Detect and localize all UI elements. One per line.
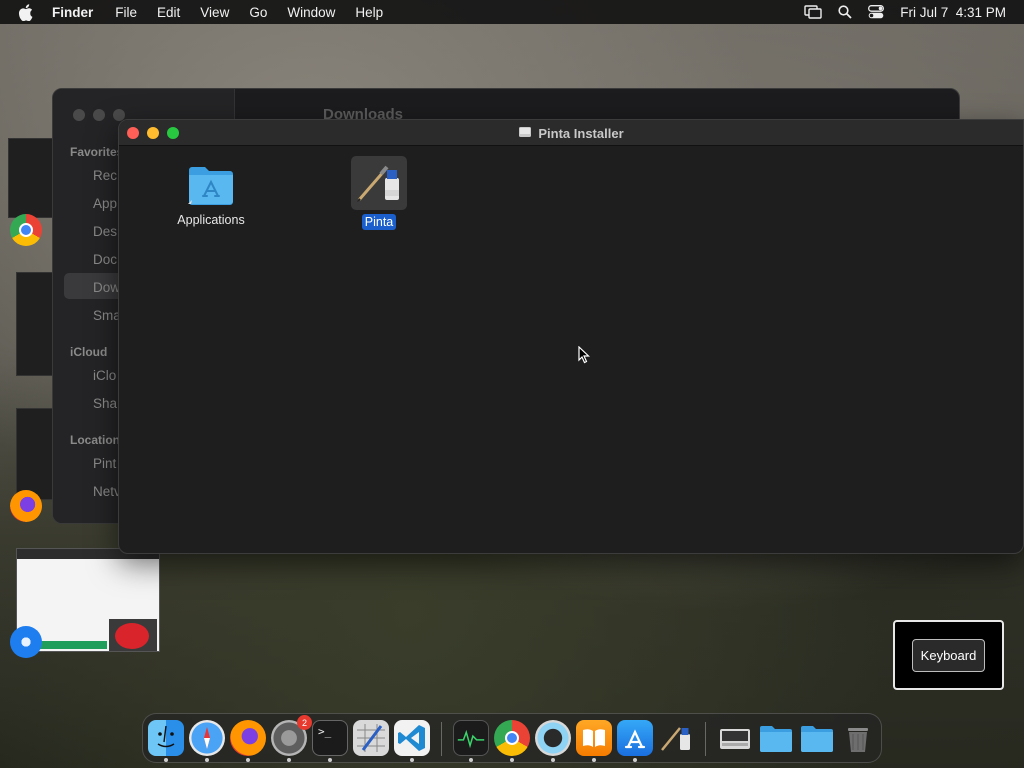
sidebar-item-recents[interactable]: Rec	[93, 168, 117, 183]
screen-mirroring-icon[interactable]	[804, 5, 822, 19]
traffic-lights-inactive	[73, 109, 125, 121]
stage-thumbnail-window-2[interactable]	[16, 408, 54, 500]
activity-monitor-icon[interactable]	[453, 720, 489, 756]
menu-window[interactable]: Window	[287, 5, 335, 20]
chrome-icon[interactable]	[10, 214, 42, 246]
disk-image-icon	[518, 125, 532, 142]
terminal-running-dot	[328, 758, 332, 762]
finder-icon[interactable]	[148, 720, 184, 756]
sidebar-item-downloads[interactable]: Dow	[93, 280, 120, 295]
stage-thumbnail-window[interactable]	[16, 272, 54, 376]
terminal-icon[interactable]: >_	[312, 720, 348, 756]
sidebar-item-desktop[interactable]: Des	[93, 224, 117, 239]
keyboard-overlay: Keyboard	[893, 620, 1004, 690]
control-center-icon[interactable]	[868, 5, 885, 19]
vscode-running-dot	[410, 758, 414, 762]
window-title: Pinta Installer	[538, 126, 624, 141]
sidebar-item-shared[interactable]: Sha	[93, 396, 117, 411]
safari-running-dot	[205, 758, 209, 762]
menu-view[interactable]: View	[200, 5, 229, 20]
disk-image-icon[interactable]	[717, 720, 753, 756]
finder-running-dot	[164, 758, 168, 762]
app-store-running-dot	[633, 758, 637, 762]
pinta-app-label: Pinta	[361, 214, 397, 230]
quicktime-running-dot	[551, 758, 555, 762]
keyboard-button[interactable]: Keyboard	[911, 638, 986, 672]
books-running-dot	[592, 758, 596, 762]
notification-badge: 2	[297, 715, 312, 730]
sidebar-section-icloud: iCloud	[70, 345, 108, 359]
firefox-icon[interactable]	[230, 720, 266, 756]
downloads-folder-icon[interactable]	[799, 720, 835, 756]
menu-go[interactable]: Go	[249, 5, 267, 20]
safari-icon[interactable]	[10, 626, 42, 658]
menu-edit[interactable]: Edit	[157, 5, 180, 20]
sidebar-item-documents[interactable]: Doc	[93, 252, 117, 267]
menu-app-name[interactable]: Finder	[52, 5, 93, 20]
quicktime-icon[interactable]	[535, 720, 571, 756]
app-store-icon[interactable]	[617, 720, 653, 756]
activity-monitor-running-dot	[469, 758, 473, 762]
spotlight-search-icon[interactable]	[838, 5, 852, 19]
sidebar-item-network[interactable]: Netv	[93, 484, 121, 499]
dock-separator-2	[705, 722, 706, 756]
menu-help[interactable]: Help	[355, 5, 383, 20]
window-titlebar[interactable]: Pinta Installer	[119, 120, 1023, 146]
dock: 2 >_	[142, 713, 882, 763]
stage-thumbnail-finder[interactable]	[8, 138, 58, 218]
vscode-icon[interactable]	[394, 720, 430, 756]
pinta-app-item[interactable]: Pinta	[349, 156, 409, 231]
sidebar-item-pinta-volume[interactable]: Pint	[93, 456, 116, 471]
chrome-icon[interactable]	[494, 720, 530, 756]
pinta-icon[interactable]	[658, 720, 694, 756]
applications-folder-item[interactable]: Applications	[171, 162, 251, 229]
settings-running-dot	[287, 758, 291, 762]
mouse-cursor-icon	[578, 345, 591, 369]
sidebar-section-favorites: Favorites	[70, 145, 124, 159]
system-settings-icon[interactable]: 2	[271, 715, 312, 756]
dock-separator	[441, 722, 442, 756]
applications-folder-label: Applications	[177, 213, 245, 227]
sidebar-item-smart[interactable]: Sma	[93, 308, 121, 323]
clock[interactable]: Fri Jul 7 4:31 PM	[900, 5, 1006, 20]
script-editor-icon[interactable]	[353, 720, 389, 756]
trash-icon[interactable]	[840, 720, 876, 756]
menu-file[interactable]: File	[115, 5, 137, 20]
firefox-icon[interactable]	[10, 490, 42, 522]
apple-menu-icon[interactable]	[18, 3, 36, 21]
firefox-running-dot	[246, 758, 250, 762]
pinta-app-icon	[351, 156, 407, 210]
sidebar-section-locations: Location	[70, 433, 120, 447]
sidebar-item-icloud-drive[interactable]: iClo	[93, 368, 116, 383]
folder-icon[interactable]	[758, 720, 794, 756]
chrome-running-dot	[510, 758, 514, 762]
books-icon[interactable]	[576, 720, 612, 756]
safari-icon[interactable]	[189, 720, 225, 756]
pinta-installer-window: Pinta Installer Applications Pinta	[118, 119, 1024, 554]
menu-bar: Finder File Edit View Go Window Help Fri…	[0, 0, 1024, 24]
applications-folder-icon	[187, 162, 235, 208]
sidebar-item-applications[interactable]: App	[93, 196, 117, 211]
